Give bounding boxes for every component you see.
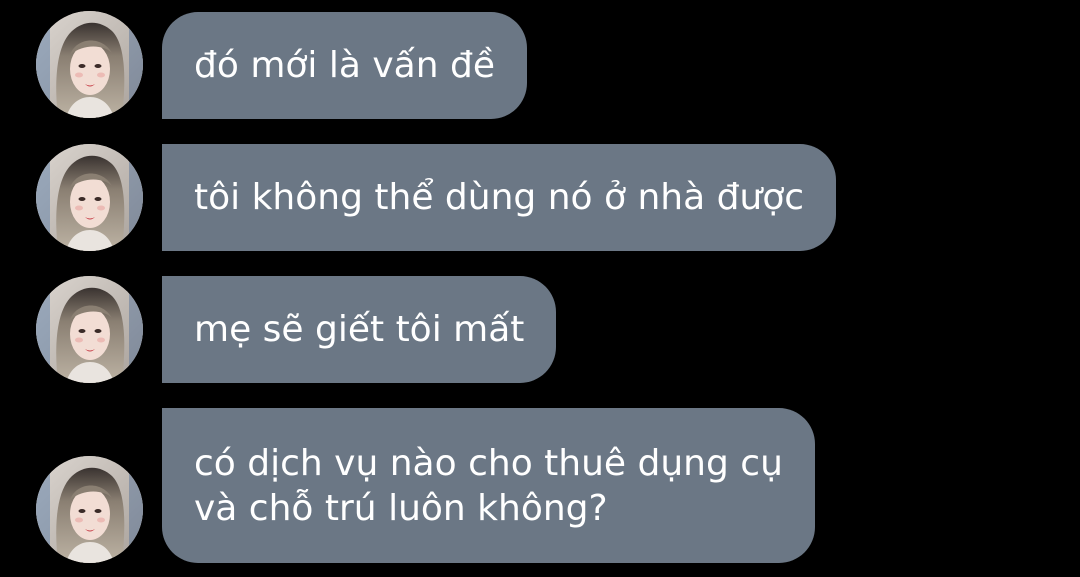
profile-photo-avatar-icon (36, 11, 143, 118)
message-text: tôi không thể dùng nó ở nhà được (194, 177, 805, 218)
message-text-line: và chỗ trú luôn không? (194, 488, 608, 529)
message-bubble[interactable]: mẹ sẽ giết tôi mất (162, 276, 557, 383)
message-bubble[interactable]: tôi không thể dùng nó ở nhà được (162, 144, 837, 251)
avatar[interactable] (36, 11, 143, 118)
avatar[interactable] (36, 276, 143, 383)
profile-photo-avatar-icon (36, 276, 143, 383)
message-bubble[interactable]: có dịch vụ nào cho thuê dụng cụ và chỗ t… (162, 408, 815, 563)
avatar[interactable] (36, 456, 143, 563)
avatar[interactable] (36, 144, 143, 251)
message-text: mẹ sẽ giết tôi mất (194, 309, 525, 350)
profile-photo-avatar-icon (36, 456, 143, 563)
message-text-line: có dịch vụ nào cho thuê dụng cụ (194, 443, 783, 484)
profile-photo-avatar-icon (36, 144, 143, 251)
message-text: đó mới là vấn đề (194, 45, 495, 86)
message-bubble[interactable]: đó mới là vấn đề (162, 12, 527, 119)
